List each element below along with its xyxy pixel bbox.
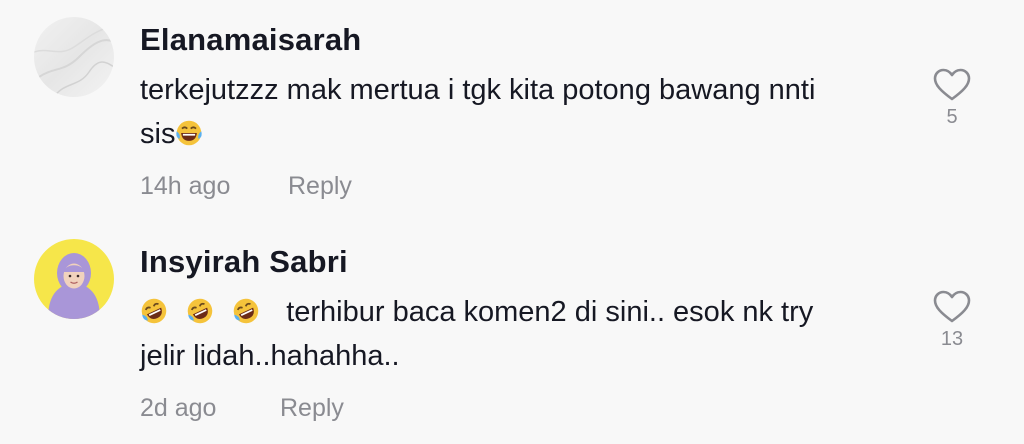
rolling-on-the-floor-laughing-icon bbox=[233, 298, 259, 324]
comment-text: terkejutzzz mak mertua i tgk kita potong… bbox=[140, 68, 900, 156]
comment-text: terhibur baca komen2 di sini.. esok nk t… bbox=[140, 290, 900, 378]
comment-item: Insyirah Sabri terhibur baca komen2 di s… bbox=[0, 222, 1024, 444]
comment-author[interactable]: Insyirah Sabri bbox=[140, 244, 348, 280]
like-button[interactable]: 5 bbox=[929, 68, 975, 129]
rolling-on-the-floor-laughing-icon bbox=[187, 298, 213, 324]
comment-text-line: terkejutzzz mak mertua i tgk kita potong… bbox=[140, 74, 816, 106]
face-with-tears-of-joy-icon bbox=[176, 120, 203, 146]
comment-text-line: jelir lidah..hahahha.. bbox=[140, 340, 400, 372]
comment-item: Elanamaisarah terkejutzzz mak mertua i t… bbox=[0, 0, 1024, 222]
comment-timestamp: 2d ago bbox=[140, 394, 217, 422]
comment-timestamp: 14h ago bbox=[140, 172, 231, 200]
comment-text-line: terhibur baca komen2 di sini.. esok nk t… bbox=[286, 296, 814, 328]
reply-button[interactable]: Reply bbox=[280, 394, 344, 423]
heart-icon bbox=[933, 290, 971, 323]
avatar[interactable] bbox=[34, 17, 114, 97]
comment-text-line: sis bbox=[140, 118, 176, 150]
marble-avatar-image bbox=[34, 17, 114, 97]
avatar[interactable] bbox=[34, 239, 114, 319]
profile-photo-avatar bbox=[34, 239, 114, 319]
rolling-on-the-floor-laughing-icon bbox=[141, 298, 167, 324]
reply-button[interactable]: Reply bbox=[288, 172, 352, 201]
like-count: 13 bbox=[940, 328, 964, 350]
comment-meta: 2d ago Reply bbox=[140, 394, 344, 423]
like-button[interactable]: 13 bbox=[929, 290, 975, 351]
like-count: 5 bbox=[946, 106, 958, 128]
comment-author[interactable]: Elanamaisarah bbox=[140, 22, 361, 58]
heart-icon bbox=[933, 68, 971, 101]
comment-meta: 14h ago Reply bbox=[140, 172, 352, 201]
